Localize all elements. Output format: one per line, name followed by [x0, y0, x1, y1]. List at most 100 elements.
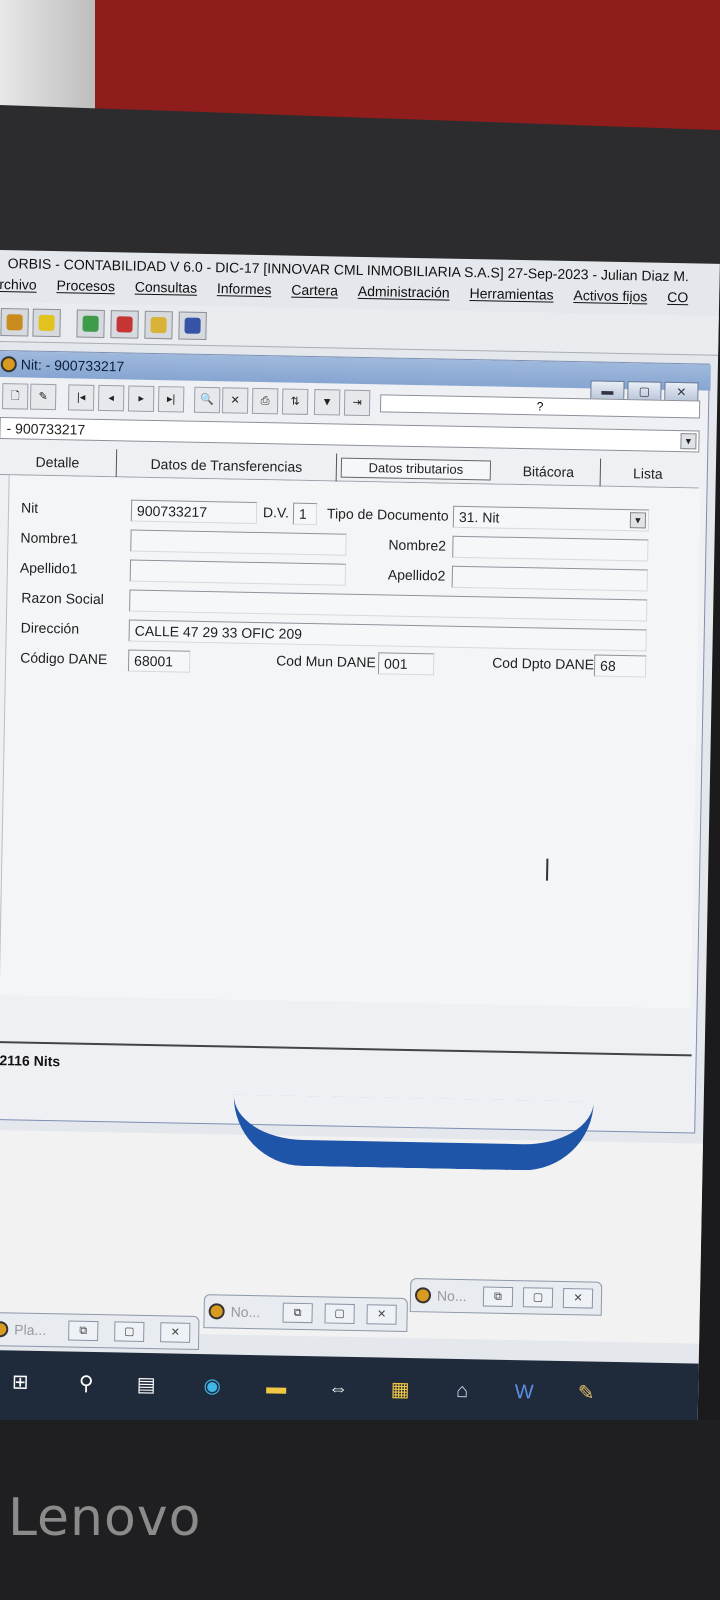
- minimized-window-2[interactable]: No... ⧉ ▢ ✕: [203, 1294, 408, 1333]
- record-count: 2116 Nits: [0, 1052, 61, 1070]
- help-field[interactable]: ?: [379, 394, 701, 419]
- nombre2-field[interactable]: [452, 535, 649, 562]
- dv-label: D.V.: [262, 504, 290, 521]
- tipo-documento-label: Tipo de Documento: [326, 505, 449, 524]
- nombre1-field[interactable]: [130, 529, 347, 556]
- cod-mun-dane-field[interactable]: 001: [377, 652, 435, 676]
- text-cursor-icon: [543, 859, 551, 881]
- module-red-icon: [116, 316, 133, 333]
- minimized-window-1[interactable]: Pla... ⧉ ▢ ✕: [0, 1311, 200, 1351]
- module-green-icon: [82, 315, 99, 332]
- menu-consultas[interactable]: Consultas: [135, 279, 198, 296]
- status-bar: 2116 Nits: [0, 1040, 692, 1095]
- menu-informes[interactable]: Informes: [217, 280, 272, 297]
- toolbar-chart-button[interactable]: [0, 308, 29, 337]
- nit-label: Nit: [20, 499, 39, 516]
- razon-social-label: Razon Social: [21, 589, 104, 608]
- menu-archivo[interactable]: rchivo: [0, 276, 37, 293]
- last-record-button[interactable]: ▸|: [157, 386, 185, 413]
- maximize-button[interactable]: ▢: [522, 1287, 554, 1308]
- menu-herramientas[interactable]: Herramientas: [469, 285, 553, 303]
- toolbar-module-3-button[interactable]: [144, 310, 173, 340]
- module-yellow-icon: [150, 316, 167, 334]
- codigo-dane-label: Código DANE: [20, 649, 108, 668]
- chevron-down-icon[interactable]: ▼: [680, 433, 697, 450]
- menu-activos-fijos[interactable]: Activos fijos: [573, 287, 647, 304]
- edit-record-button[interactable]: ✎: [29, 383, 57, 411]
- form-panel: Nit 900733217 D.V. 1 Tipo de Documento 3…: [0, 475, 701, 1009]
- window-title: Nit: - 900733217: [20, 356, 125, 375]
- apellido1-field[interactable]: [129, 559, 347, 586]
- minimized-window-label: No...: [436, 1287, 467, 1305]
- minimized-window-label: No...: [230, 1303, 261, 1321]
- sort-button[interactable]: ⇅: [281, 388, 309, 415]
- key-icon: [38, 314, 55, 332]
- new-record-button[interactable]: 🗋: [1, 383, 29, 410]
- previous-record-button[interactable]: ◂: [97, 384, 125, 412]
- nombre2-label: Nombre2: [388, 536, 447, 554]
- dv-field[interactable]: 1: [292, 502, 318, 526]
- apellido2-field[interactable]: [451, 565, 648, 592]
- search-icon[interactable]: ⚲: [68, 1366, 105, 1403]
- toolbar-key-button[interactable]: [32, 308, 61, 338]
- direccion-label: Dirección: [20, 619, 80, 637]
- tab-datos-transferencias[interactable]: Datos de Transferencias: [116, 449, 338, 482]
- chevron-down-icon[interactable]: ▼: [629, 512, 647, 529]
- exit-button[interactable]: ⇥: [343, 389, 371, 417]
- close-button[interactable]: ✕: [366, 1304, 397, 1325]
- teamviewer-icon[interactable]: ⇔: [320, 1370, 357, 1407]
- app-icon: [0, 356, 17, 373]
- nit-field[interactable]: 900733217: [130, 499, 258, 524]
- record-selector-value: - 900733217: [6, 420, 86, 438]
- tab-datos-tributarios[interactable]: Datos tributarios: [340, 457, 492, 481]
- edge-browser-icon[interactable]: ◉: [194, 1368, 231, 1405]
- toolbar-module-4-button[interactable]: [178, 311, 207, 340]
- direccion-field[interactable]: CALLE 47 29 33 OFIC 209: [128, 619, 647, 652]
- delete-button[interactable]: ✕: [221, 387, 249, 414]
- cod-dpto-dane-label: Cod Dpto DANE: [492, 654, 595, 673]
- restore-button[interactable]: ⧉: [282, 1302, 313, 1324]
- word-icon[interactable]: W: [506, 1374, 543, 1411]
- close-button[interactable]: ✕: [160, 1322, 191, 1343]
- close-button[interactable]: ✕: [562, 1288, 594, 1309]
- razon-social-field[interactable]: [129, 589, 648, 622]
- restore-button[interactable]: ⧉: [482, 1286, 514, 1308]
- tipo-documento-select[interactable]: 31. Nit ▼: [452, 505, 650, 532]
- maximize-button[interactable]: ▢: [114, 1321, 145, 1342]
- orbis-app-icon[interactable]: ▦: [382, 1372, 419, 1409]
- nombre1-label: Nombre1: [20, 529, 79, 547]
- apellido2-label: Apellido2: [387, 566, 446, 584]
- app-icon: [0, 1321, 9, 1338]
- search-button[interactable]: 🔍: [193, 386, 221, 414]
- maximize-button[interactable]: ▢: [324, 1303, 355, 1325]
- cod-dpto-dane-field[interactable]: 68: [593, 654, 647, 678]
- task-view-icon[interactable]: ▤: [128, 1367, 165, 1404]
- file-explorer-icon[interactable]: ▬: [258, 1369, 295, 1406]
- module-blue-icon: [184, 317, 201, 334]
- monitor-brand-logo: Lenovo: [8, 1488, 202, 1548]
- monitor-screen: ORBIS - CONTABILIDAD V 6.0 - DIC-17 [INN…: [0, 250, 720, 1434]
- toolbar-module-2-button[interactable]: [110, 310, 139, 339]
- menu-co[interactable]: CO: [667, 289, 688, 305]
- menu-procesos[interactable]: Procesos: [56, 277, 115, 294]
- windows-start-icon[interactable]: ⊞: [2, 1364, 39, 1401]
- menu-administracion[interactable]: Administración: [358, 283, 450, 301]
- home-icon[interactable]: ⌂: [444, 1373, 481, 1410]
- app-icon: [414, 1287, 432, 1304]
- nit-window: Nit: - 900733217 ▬ ▢ ✕ 🗋 ✎ |◂ ◂ ▸ ▸| 🔍 ✕ ⎙…: [0, 349, 711, 1134]
- tipo-documento-value: 31. Nit: [458, 508, 500, 526]
- minimized-window-3[interactable]: No... ⧉ ▢ ✕: [409, 1278, 603, 1316]
- save-button[interactable]: ▼: [313, 389, 341, 416]
- restore-button[interactable]: ⧉: [68, 1320, 99, 1342]
- tab-bitacora[interactable]: Bitácora: [496, 456, 602, 487]
- first-record-button[interactable]: |◂: [67, 384, 95, 411]
- paint-icon[interactable]: ✎: [568, 1375, 605, 1412]
- tab-detalle[interactable]: Detalle: [0, 447, 118, 478]
- app-icon: [208, 1303, 225, 1320]
- menu-cartera[interactable]: Cartera: [291, 282, 338, 299]
- codigo-dane-field[interactable]: 68001: [127, 649, 191, 673]
- next-record-button[interactable]: ▸: [127, 385, 155, 412]
- tab-lista[interactable]: Lista: [603, 459, 694, 489]
- print-button[interactable]: ⎙: [251, 387, 279, 415]
- toolbar-module-1-button[interactable]: [76, 309, 105, 339]
